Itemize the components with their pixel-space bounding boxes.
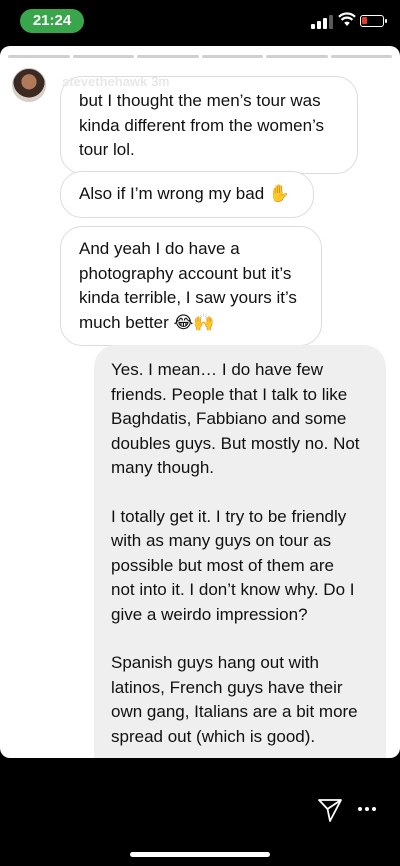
paper-plane-icon[interactable]	[316, 796, 344, 824]
outgoing-paragraph: Yes. I mean… I do have few friends. Peop…	[111, 360, 360, 477]
message-bubble-outgoing: Yes. I mean… I do have few friends. Peop…	[94, 345, 386, 758]
close-icon[interactable]	[362, 68, 390, 96]
story-header: stevethehawk 3m	[10, 68, 390, 108]
message-bubble-incoming: Also if I’m wrong my bad ✋	[60, 171, 314, 218]
story-username[interactable]: stevethehawk 3m	[62, 74, 169, 89]
outgoing-paragraph: I totally get it. I try to be friendly w…	[111, 506, 355, 624]
wifi-icon	[338, 12, 356, 26]
message-bubble-incoming: And yeah I do have a photography account…	[60, 226, 322, 346]
signal-icon	[311, 15, 333, 29]
battery-icon	[360, 15, 387, 27]
more-horizontal-icon[interactable]	[358, 807, 378, 813]
story-viewer: but I thought the men’s tour was kinda d…	[0, 46, 400, 758]
story-time-ago: 3m	[151, 74, 170, 89]
status-bar: 21:24	[0, 0, 400, 44]
home-indicator[interactable]	[130, 852, 270, 857]
avatar[interactable]	[12, 68, 46, 102]
outgoing-paragraph: Spanish guys hang out with latinos, Fren…	[111, 653, 358, 746]
status-time: 21:24	[20, 9, 84, 33]
message-thread: but I thought the men’s tour was kinda d…	[0, 46, 400, 758]
story-footer	[0, 758, 400, 866]
